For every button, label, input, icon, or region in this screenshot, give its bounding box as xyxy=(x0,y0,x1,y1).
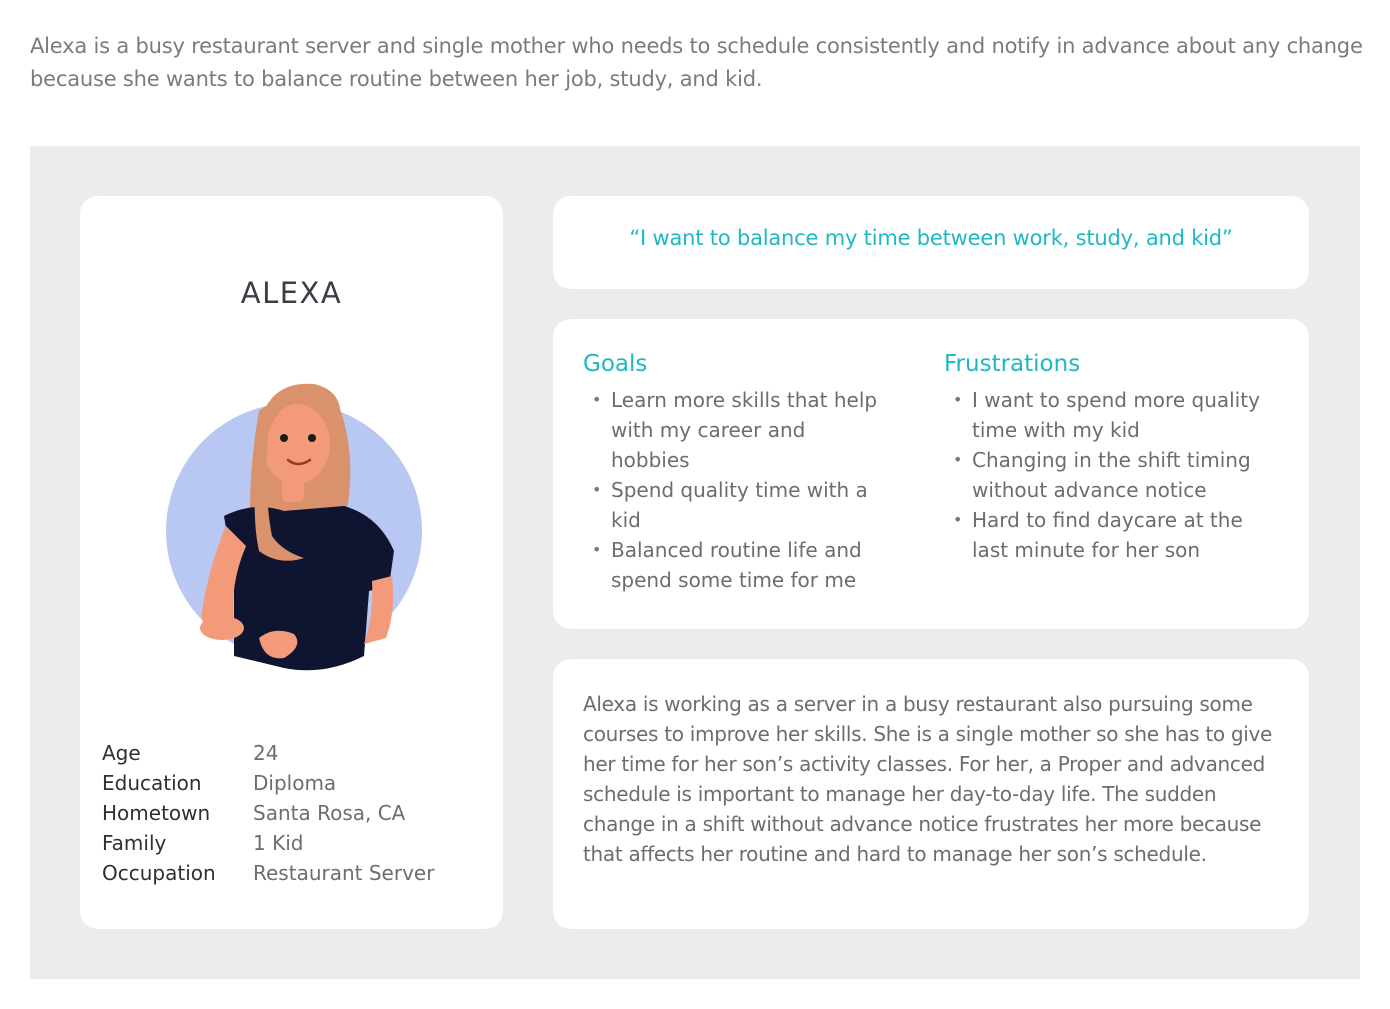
fact-label: Hometown xyxy=(102,801,211,825)
goals-section: Goals Learn more skills that help with m… xyxy=(583,351,883,595)
persona-bio: Alexa is working as a server in a busy r… xyxy=(583,692,1273,866)
fact-label: Family xyxy=(102,831,167,855)
list-item: I want to spend more quality time with m… xyxy=(944,385,1264,445)
fact-label: Education xyxy=(102,771,202,795)
fact-value: Restaurant Server xyxy=(253,861,435,885)
persona-avatar-illustration xyxy=(166,383,422,671)
fact-row-age: Age 24 xyxy=(102,738,434,768)
list-item: Spend quality time with a kid xyxy=(583,475,883,535)
persona-panel: ALEXA Age 24 Education Diploma Hometown … xyxy=(30,146,1360,979)
frustrations-list: I want to spend more quality time with m… xyxy=(944,385,1264,565)
fact-row-family: Family 1 Kid xyxy=(102,828,434,858)
fact-label: Age xyxy=(102,741,141,765)
fact-value: Diploma xyxy=(253,771,337,795)
fact-value: Santa Rosa, CA xyxy=(253,801,406,825)
list-item: Balanced routine life and spend some tim… xyxy=(583,535,883,595)
fact-row-hometown: Hometown Santa Rosa, CA xyxy=(102,798,434,828)
frustrations-section: Frustrations I want to spend more qualit… xyxy=(944,351,1264,565)
fact-value: 24 xyxy=(253,741,279,765)
bio-card: Alexa is working as a server in a busy r… xyxy=(553,659,1309,929)
list-item: Learn more skills that help with my care… xyxy=(583,385,883,475)
goals-list: Learn more skills that help with my care… xyxy=(583,385,883,595)
quote-card: “I want to balance my time between work,… xyxy=(553,196,1309,289)
persona-name: ALEXA xyxy=(240,276,343,310)
list-item: Changing in the shift timing without adv… xyxy=(944,445,1264,505)
intro-text: Alexa is a busy restaurant server and si… xyxy=(30,34,1363,91)
frustrations-heading: Frustrations xyxy=(944,351,1081,377)
goals-frustrations-card: Goals Learn more skills that help with m… xyxy=(553,319,1309,629)
persona-quote: “I want to balance my time between work,… xyxy=(629,226,1233,250)
list-item: Hard to find daycare at the last minute … xyxy=(944,505,1264,565)
fact-value: 1 Kid xyxy=(253,831,304,855)
fact-label: Occupation xyxy=(102,861,216,885)
profile-facts: Age 24 Education Diploma Hometown Santa … xyxy=(102,738,434,888)
goals-heading: Goals xyxy=(583,351,648,377)
fact-row-occupation: Occupation Restaurant Server xyxy=(102,858,434,888)
fact-row-education: Education Diploma xyxy=(102,768,434,798)
profile-card: ALEXA Age 24 Education Diploma Hometown … xyxy=(80,196,503,929)
